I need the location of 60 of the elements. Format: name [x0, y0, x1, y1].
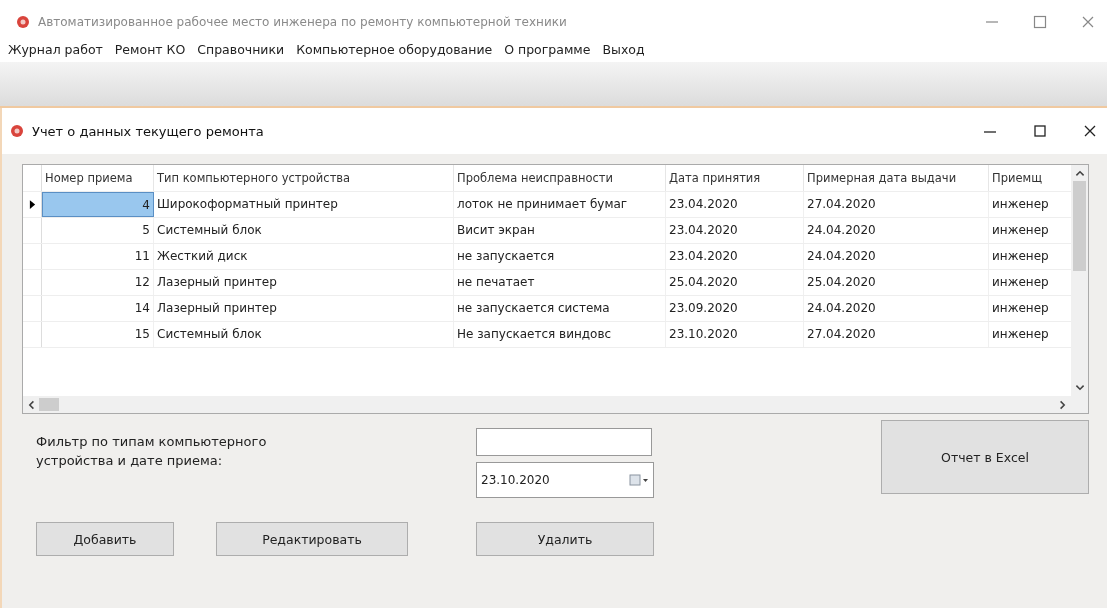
table-cell: Висит экран	[454, 218, 666, 243]
table-cell: Лазерный принтер	[154, 296, 454, 321]
window-title: Учет о данных текущего ремонта	[32, 123, 264, 139]
table-cell: 24.04.2020	[804, 244, 989, 269]
table-cell: Системный блок	[154, 218, 454, 243]
table-cell: 5	[42, 218, 154, 243]
table-cell: 14	[42, 296, 154, 321]
table-cell: Жесткий диск	[154, 244, 454, 269]
app-icon	[16, 15, 30, 29]
column-header[interactable]: Номер приема	[42, 165, 154, 191]
horizontal-scrollbar[interactable]	[23, 396, 1088, 413]
app-icon	[10, 124, 24, 138]
maximize-icon[interactable]	[1033, 15, 1047, 29]
table-cell: Широкоформатный принтер	[154, 192, 454, 217]
window-title: Автоматизированное рабочее место инженера по ремонту компьютерной техники	[38, 15, 567, 29]
table-cell: лоток не принимает бумаг	[454, 192, 666, 217]
date-picker[interactable]: 23.10.2020	[476, 462, 654, 498]
table-cell: 25.04.2020	[804, 270, 989, 295]
table-cell: Системный блок	[154, 322, 454, 347]
filter-input-field[interactable]	[476, 428, 652, 456]
close-icon[interactable]	[1083, 124, 1097, 138]
table-cell: 4	[42, 192, 154, 217]
menu-item[interactable]: Выход	[602, 41, 645, 57]
menu-item[interactable]: Журнал работ	[8, 41, 103, 57]
table-cell: 23.04.2020	[666, 244, 804, 269]
table-cell: 11	[42, 244, 154, 269]
table-cell: 24.04.2020	[804, 218, 989, 243]
table-cell: 23.04.2020	[666, 218, 804, 243]
table-cell: 27.04.2020	[804, 322, 989, 347]
menu-item[interactable]: Справочники	[197, 41, 285, 57]
table-cell: 23.04.2020	[666, 192, 804, 217]
menu-item[interactable]: Компьютерное оборудование	[296, 41, 493, 57]
table-cell: 15	[42, 322, 154, 347]
table-cell: не запускается	[454, 244, 666, 269]
table-cell: Не запускается виндовс	[454, 322, 666, 347]
column-header[interactable]: Тип компьютерного устройства	[154, 165, 454, 191]
excel-report-button[interactable]: Отчет в Excel	[881, 420, 1089, 494]
table-cell: Лазерный принтер	[154, 270, 454, 295]
table-cell: 25.04.2020	[666, 270, 804, 295]
add-button[interactable]: Добавить	[36, 522, 174, 556]
table-cell: 27.04.2020	[804, 192, 989, 217]
menu-item[interactable]: О программе	[504, 41, 591, 57]
calendar-icon[interactable]	[629, 474, 649, 486]
column-header[interactable]: Дата принятия	[666, 165, 804, 191]
column-header[interactable]: Примерная дата выдачи	[804, 165, 989, 191]
table-cell: не печатает	[454, 270, 666, 295]
table-cell: 12	[42, 270, 154, 295]
table-cell: не запускается система	[454, 296, 666, 321]
maximize-icon[interactable]	[1033, 124, 1047, 138]
column-header[interactable]: Проблема неисправности	[454, 165, 666, 191]
scroll-thumb[interactable]	[1073, 181, 1086, 271]
scroll-thumb[interactable]	[39, 398, 59, 411]
table-cell: 23.10.2020	[666, 322, 804, 347]
table-cell: 23.09.2020	[666, 296, 804, 321]
edit-button[interactable]: Редактировать	[216, 522, 408, 556]
delete-button[interactable]: Удалить	[476, 522, 654, 556]
filter-label: Фильтр по типам компьютерного устройства и дате приема:	[36, 433, 268, 470]
menu-item[interactable]: Ремонт КО	[114, 41, 186, 57]
table-cell: 24.04.2020	[804, 296, 989, 321]
vertical-scrollbar[interactable]	[1071, 165, 1088, 396]
